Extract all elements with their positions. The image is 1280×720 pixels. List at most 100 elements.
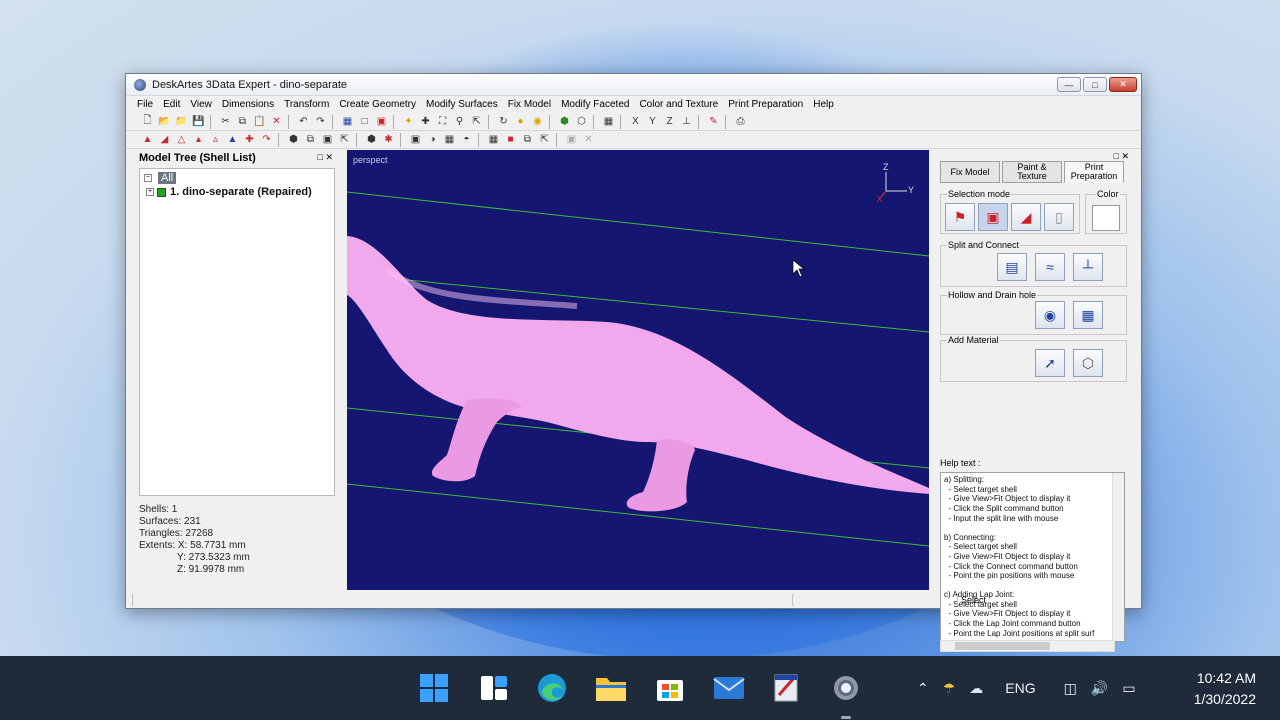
shell-split-icon[interactable]: ⧉: [303, 133, 318, 147]
tab-paint-texture[interactable]: Paint & Texture: [1002, 161, 1062, 183]
store-icon[interactable]: [650, 668, 690, 708]
menu-modify-faceted[interactable]: Modify Faceted: [556, 99, 634, 110]
widgets-icon[interactable]: [474, 668, 514, 708]
chevron-up-icon[interactable]: ⌃: [917, 680, 929, 697]
triangle-red-icon[interactable]: ▲: [140, 133, 155, 147]
menu-edit[interactable]: Edit: [158, 99, 185, 110]
redo-icon[interactable]: ↷: [313, 115, 328, 129]
view-z-icon[interactable]: Z: [662, 115, 677, 129]
triangle-add-icon[interactable]: ▵: [208, 133, 223, 147]
copy-icon[interactable]: ⧉: [235, 115, 250, 129]
shaded-icon[interactable]: ▣: [374, 115, 389, 129]
triangle-edit-icon[interactable]: ◢: [157, 133, 172, 147]
menu-transform[interactable]: Transform: [279, 99, 334, 110]
color-box-icon[interactable]: ■: [503, 133, 518, 147]
help-text-box[interactable]: a) Splitting: - Select target shell - Gi…: [940, 472, 1125, 642]
network-icon[interactable]: ◫: [1064, 680, 1077, 697]
hollow-icon[interactable]: ◉: [1035, 301, 1065, 329]
edge-browser-icon[interactable]: [532, 668, 572, 708]
open-folder-icon[interactable]: 📂: [157, 115, 172, 129]
menu-fix-model[interactable]: Fix Model: [503, 99, 556, 110]
zoom-area-icon[interactable]: ⛶: [435, 115, 450, 129]
color-swatch[interactable]: [1092, 205, 1120, 231]
select-shell-icon[interactable]: ⚑: [945, 203, 975, 231]
point-add-icon[interactable]: ✚: [242, 133, 257, 147]
connect-icon[interactable]: ≈: [1035, 253, 1065, 281]
zoom-icon[interactable]: ⚲: [452, 115, 467, 129]
tree-root-all[interactable]: All: [158, 172, 177, 184]
minimize-button[interactable]: —: [1057, 77, 1081, 92]
start-button[interactable]: [414, 668, 454, 708]
file-explorer-icon[interactable]: [591, 668, 631, 708]
menu-print-preparation[interactable]: Print Preparation: [723, 99, 808, 110]
security-icon[interactable]: ☂: [943, 680, 956, 697]
paint-3-icon[interactable]: ▦: [442, 133, 457, 147]
add-material-icon[interactable]: ➚: [1035, 349, 1065, 377]
tab-fix-model[interactable]: Fix Model: [940, 161, 1000, 183]
language-indicator[interactable]: ENG: [1005, 680, 1035, 696]
open-icon[interactable]: 📁: [174, 115, 189, 129]
view-iso-icon[interactable]: ⊥: [679, 115, 694, 129]
select-all-icon[interactable]: ▦: [340, 115, 355, 129]
close-button[interactable]: ✕: [1109, 77, 1137, 92]
triangle-blue-icon[interactable]: ▲: [225, 133, 240, 147]
star-icon[interactable]: ✱: [381, 133, 396, 147]
menu-file[interactable]: File: [132, 99, 158, 110]
zoom-fit-icon[interactable]: ⇱: [469, 115, 484, 129]
add-box-icon[interactable]: ⬡: [1073, 349, 1103, 377]
pin-close-icon[interactable]: □ ✕: [318, 152, 333, 164]
menu-modify-surfaces[interactable]: Modify Surfaces: [421, 99, 503, 110]
rotate-icon[interactable]: ↻: [496, 115, 511, 129]
undo-icon[interactable]: ↶: [296, 115, 311, 129]
box-select-icon[interactable]: □: [357, 115, 372, 129]
wire-cube-icon[interactable]: ⬡: [574, 115, 589, 129]
print-icon[interactable]: ⎙: [733, 115, 748, 129]
paint-1-icon[interactable]: ▣: [408, 133, 423, 147]
dino-model[interactable]: [347, 236, 929, 512]
drain-hole-icon[interactable]: ▦: [1073, 301, 1103, 329]
shell-fix-icon[interactable]: ⬢: [364, 133, 379, 147]
shell-tool-icon[interactable]: ⬢: [286, 133, 301, 147]
delete-icon[interactable]: ✕: [269, 115, 284, 129]
move-icon[interactable]: ✚: [418, 115, 433, 129]
lap-joint-icon[interactable]: ┴: [1073, 253, 1103, 281]
collapse-icon[interactable]: −: [144, 174, 152, 182]
menu-view[interactable]: View: [185, 99, 217, 110]
settings-icon[interactable]: [826, 668, 866, 708]
select-surface-icon[interactable]: ▣: [978, 203, 1008, 231]
cut-icon[interactable]: ✂: [218, 115, 233, 129]
tab-print-preparation[interactable]: Print Preparation: [1064, 161, 1124, 183]
save-icon[interactable]: 💾: [191, 115, 206, 129]
select-edge-icon[interactable]: ▯: [1044, 203, 1074, 231]
menu-help[interactable]: Help: [808, 99, 839, 110]
view-x-icon[interactable]: X: [628, 115, 643, 129]
paint-4-icon[interactable]: ◓: [459, 133, 474, 147]
stack-icon[interactable]: ⧉: [520, 133, 535, 147]
lamp-icon[interactable]: ✦: [401, 115, 416, 129]
deskartes-taskbar-icon[interactable]: [766, 668, 806, 708]
battery-icon[interactable]: ▭: [1122, 680, 1135, 697]
view-y-icon[interactable]: Y: [645, 115, 660, 129]
split-icon[interactable]: ▤: [997, 253, 1027, 281]
select-triangle-icon[interactable]: ◢: [1011, 203, 1041, 231]
onedrive-icon[interactable]: ☁: [969, 680, 983, 697]
paint-2-icon[interactable]: ◑: [425, 133, 440, 147]
menu-color-texture[interactable]: Color and Texture: [634, 99, 723, 110]
triangle-split-icon[interactable]: △: [174, 133, 189, 147]
menu-create-geometry[interactable]: Create Geometry: [334, 99, 421, 110]
expand-icon[interactable]: +: [146, 188, 154, 196]
support-icon[interactable]: ▦: [486, 133, 501, 147]
shell-arrow-icon[interactable]: ⇱: [337, 133, 352, 147]
new-file-icon[interactable]: 🗋: [140, 115, 155, 129]
volume-icon[interactable]: 🔊: [1091, 680, 1108, 697]
help-horizontal-scrollbar[interactable]: [940, 640, 1115, 652]
help-vertical-scrollbar[interactable]: [1112, 473, 1124, 641]
mail-icon[interactable]: [709, 668, 749, 708]
tree-item-dino[interactable]: 1. dino-separate (Repaired): [170, 186, 312, 198]
shell-merge-icon[interactable]: ▣: [320, 133, 335, 147]
shade-sphere-icon[interactable]: ◉: [530, 115, 545, 129]
paste-icon[interactable]: 📋: [252, 115, 267, 129]
cube-icon[interactable]: ⬢: [557, 115, 572, 129]
triangle-flip-icon[interactable]: ▴: [191, 133, 206, 147]
curve-icon[interactable]: ↷: [259, 133, 274, 147]
